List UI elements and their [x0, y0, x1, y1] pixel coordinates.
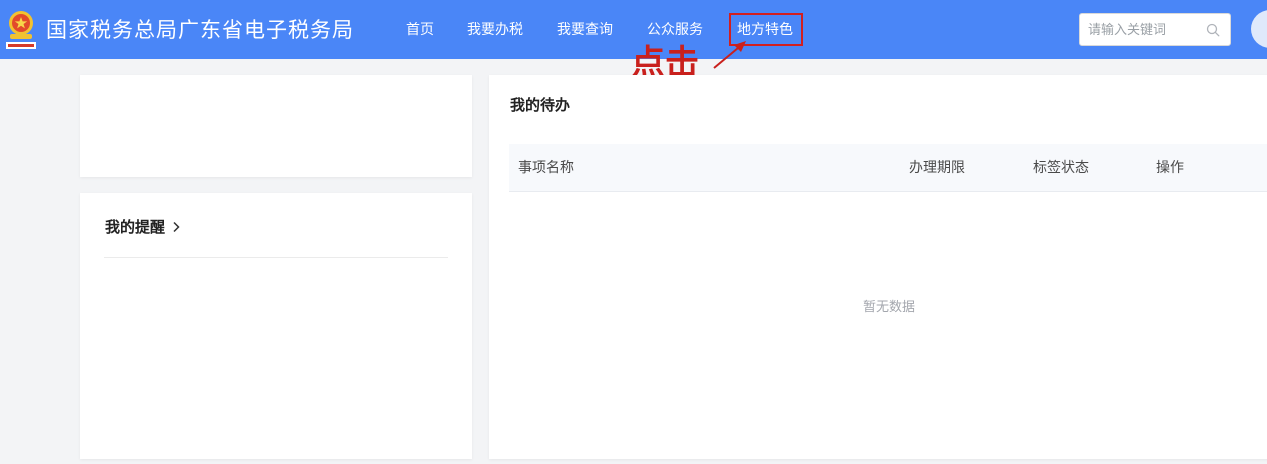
reminder-card: 我的提醒 — [80, 193, 472, 459]
empty-state-text: 暂无数据 — [862, 300, 915, 315]
column-header-deadline: 办理期限 — [909, 160, 965, 176]
user-avatar[interactable] — [1251, 10, 1267, 48]
summary-card — [80, 75, 472, 177]
annotation-arrow-icon — [713, 41, 746, 69]
todo-title: 我的待办 — [510, 96, 571, 114]
column-header-actions: 操作 — [1156, 160, 1184, 176]
chevron-right-icon — [173, 221, 180, 233]
search-icon[interactable] — [1206, 23, 1220, 37]
column-header-tag-status: 标签状态 — [1033, 160, 1089, 176]
column-header-item-name: 事项名称 — [518, 160, 574, 176]
nav-public-service[interactable]: 公众服务 — [647, 19, 703, 41]
search-box[interactable] — [1079, 13, 1231, 46]
nav-tax-handling[interactable]: 我要办税 — [467, 19, 523, 41]
nav-query[interactable]: 我要查询 — [557, 19, 613, 41]
todo-card: 我的待办 事项名称 办理期限 标签状态 操作 暂无数据 — [489, 75, 1267, 459]
nav-home[interactable]: 首页 — [406, 19, 434, 41]
site-title[interactable]: 国家税务总局广东省电子税务局 — [46, 15, 354, 45]
todo-table-header: 事项名称 办理期限 标签状态 操作 — [509, 144, 1267, 192]
reminder-title-link[interactable]: 我的提醒 — [105, 216, 181, 238]
tax-emblem-logo-icon — [6, 11, 36, 49]
divider — [104, 257, 448, 258]
reminder-title: 我的提醒 — [105, 218, 166, 236]
search-input[interactable] — [1088, 20, 1198, 40]
